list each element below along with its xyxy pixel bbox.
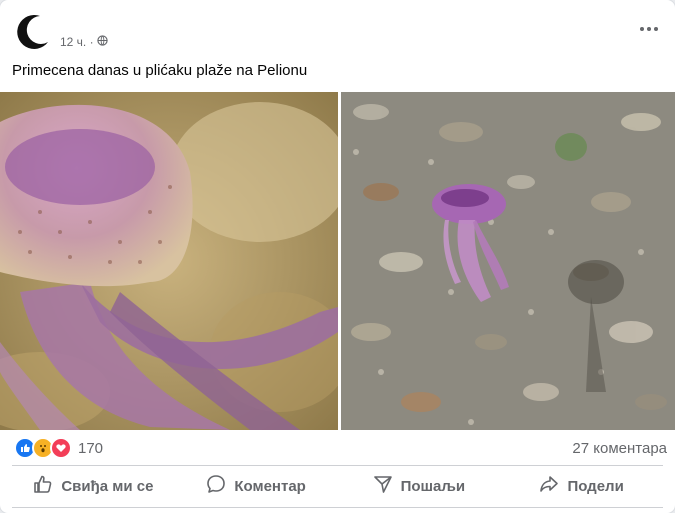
post-photo-pebbles[interactable]	[341, 92, 675, 430]
send-button[interactable]: Пошаљи	[338, 466, 501, 506]
post-meta: 12 ч. ·	[60, 35, 108, 49]
author-avatar[interactable]	[12, 12, 52, 52]
send-label: Пошаљи	[400, 477, 466, 495]
reaction-count: 170	[78, 439, 104, 457]
like-button[interactable]: Свиђа ми се	[12, 466, 175, 506]
thumbs-up-icon	[33, 474, 53, 498]
post-time[interactable]: 12 ч. ·	[60, 35, 94, 49]
comment-button[interactable]: Коментар	[175, 466, 338, 506]
post-card: 12 ч. · Primecena danas u plićaku plaže …	[0, 0, 675, 513]
comment-label: Коментар	[234, 477, 306, 495]
comment-icon	[206, 474, 226, 498]
comments-count-link[interactable]: 27 коментара	[572, 440, 667, 457]
share-label: Подели	[567, 477, 624, 495]
more-horizontal-icon	[639, 19, 659, 37]
post-header: 12 ч. ·	[0, 0, 675, 60]
share-icon	[539, 474, 559, 498]
like-label: Свиђа ми се	[61, 477, 154, 495]
more-options-button[interactable]	[635, 14, 663, 42]
share-button[interactable]: Подели	[500, 466, 663, 506]
send-icon	[373, 474, 393, 498]
post-photo-closeup[interactable]	[0, 92, 338, 430]
globe-icon	[96, 35, 108, 49]
love-icon	[50, 437, 72, 459]
post-caption: Primecena danas u plićaku plaže na Pelio…	[12, 62, 308, 79]
post-actions-bar: Свиђа ми се Коментар Пошаљи Подели	[12, 466, 663, 506]
reactions-summary[interactable]: 170	[14, 436, 103, 460]
bottom-divider	[12, 507, 663, 508]
